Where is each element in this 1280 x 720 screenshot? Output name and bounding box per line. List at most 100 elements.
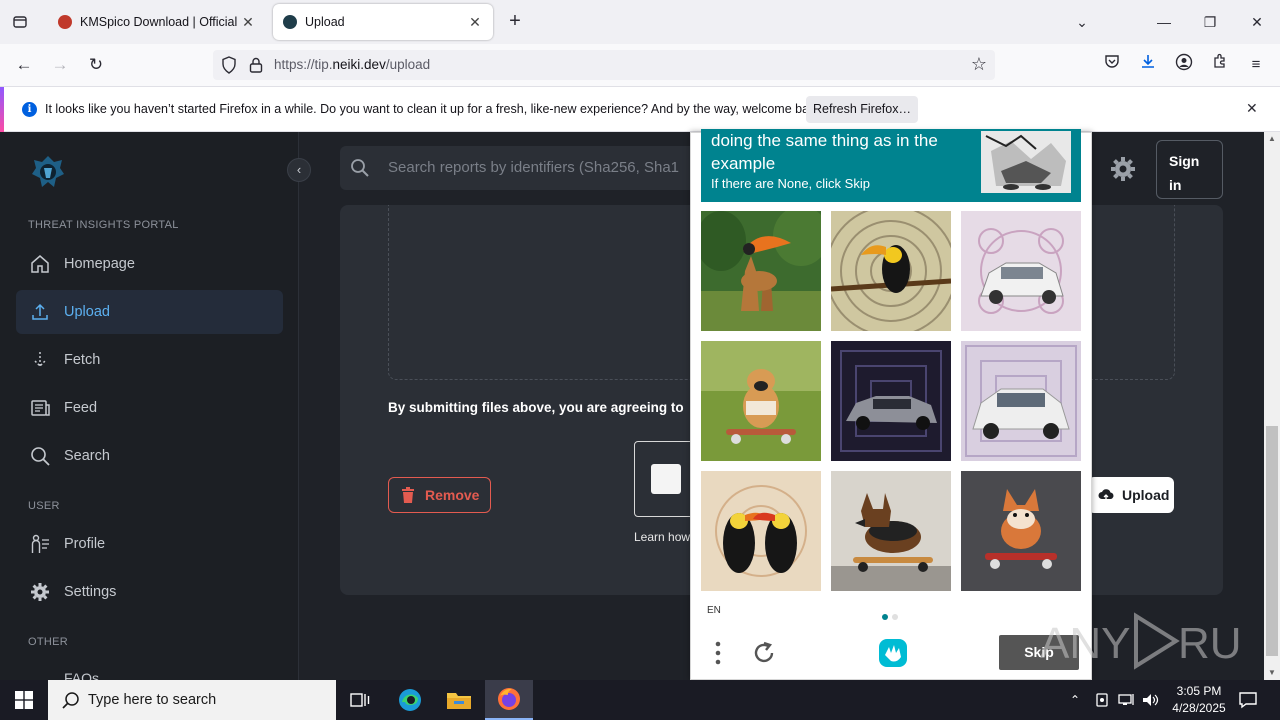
notification-accent xyxy=(0,87,4,133)
challenge-image-shiba-skateboard[interactable] xyxy=(961,471,1081,591)
captcha-checkbox[interactable] xyxy=(651,464,681,494)
hcaptcha-logo-icon xyxy=(879,639,907,667)
svg-text:ANY: ANY xyxy=(1040,619,1130,668)
lock-icon[interactable] xyxy=(249,56,263,74)
taskbar-search-box[interactable]: Type here to search xyxy=(48,680,336,720)
upload-icon xyxy=(28,300,52,324)
challenge-image-shepherd-skateboard[interactable] xyxy=(831,471,951,591)
info-icon: i xyxy=(22,102,37,117)
upload-button[interactable]: Upload xyxy=(1088,477,1174,513)
tray-device-icon[interactable] xyxy=(1094,680,1110,720)
search-placeholder: Search reports by identifiers (Sha256, S… xyxy=(388,159,679,176)
task-view-icon[interactable] xyxy=(336,680,384,720)
new-tab-button[interactable]: + xyxy=(503,10,527,34)
scrollbar-thumb[interactable] xyxy=(1266,426,1278,656)
challenge-image-toucan-pattern[interactable] xyxy=(831,211,951,331)
search-icon xyxy=(351,159,369,177)
sign-in-button[interactable]: Sign in xyxy=(1156,140,1223,199)
sidebar-item-label: Fetch xyxy=(64,352,101,368)
tracking-shield-icon[interactable] xyxy=(221,56,237,74)
extensions-icon[interactable] xyxy=(1208,53,1232,77)
refresh-firefox-button[interactable]: Refresh Firefox… xyxy=(806,96,918,123)
learn-how-link[interactable]: Learn how xyxy=(634,530,690,544)
page-scrollbar[interactable]: ▲ ▼ xyxy=(1264,132,1280,680)
bookmark-star-icon[interactable]: ☆ xyxy=(969,54,989,76)
app-menu-icon[interactable]: ≡ xyxy=(1244,53,1268,77)
page-dot-active xyxy=(882,614,888,620)
sidebar-item-homepage[interactable]: Homepage xyxy=(16,242,283,286)
challenge-image-dog-skateboard[interactable] xyxy=(701,341,821,461)
url-bar[interactable]: https://tip.neiki.dev/upload ☆ xyxy=(213,50,995,80)
fetch-icon xyxy=(28,348,52,372)
terms-text: By submitting files above, you are agree… xyxy=(388,400,684,415)
feed-icon xyxy=(28,396,52,420)
sidebar-item-settings[interactable]: Settings xyxy=(16,570,283,614)
action-center-icon[interactable] xyxy=(1238,690,1258,710)
refresh-challenge-icon[interactable] xyxy=(750,639,778,667)
section-label-other: OTHER xyxy=(28,636,68,648)
search-icon xyxy=(28,444,52,468)
sidebar-item-profile[interactable]: Profile xyxy=(16,522,283,566)
challenge-image-toucans-pair[interactable] xyxy=(701,471,821,591)
navigation-bar: ← → ↻ https://tip.neiki.dev/upload ☆ ≡ xyxy=(0,44,1280,86)
sidebar-item-label: Upload xyxy=(64,304,110,320)
sidebar-item-faqs[interactable]: FAQs xyxy=(30,664,290,680)
search-icon xyxy=(62,692,79,709)
sidebar-item-fetch[interactable]: Fetch xyxy=(16,338,283,382)
cloud-upload-icon xyxy=(1098,489,1114,500)
section-label-user: USER xyxy=(28,500,60,512)
account-icon[interactable] xyxy=(1172,53,1196,77)
windows-logo-icon xyxy=(15,691,33,709)
sidebar-item-search[interactable]: Search xyxy=(16,434,283,478)
tab-upload[interactable]: Upload ✕ xyxy=(273,4,493,40)
sidebar-item-upload[interactable]: Upload xyxy=(16,290,283,334)
list-tabs-icon[interactable]: ⌄ xyxy=(1070,10,1094,34)
trash-icon xyxy=(402,487,414,503)
reload-button[interactable]: ↻ xyxy=(84,53,108,77)
challenge-image-car-dark[interactable] xyxy=(831,341,951,461)
close-window-button[interactable]: ✕ xyxy=(1245,10,1269,34)
restore-button[interactable]: ❐ xyxy=(1198,10,1222,34)
forward-button[interactable]: → xyxy=(48,53,72,77)
remove-button[interactable]: Remove xyxy=(388,477,491,513)
challenge-image-car-white[interactable] xyxy=(961,341,1081,461)
sidebar-item-label: Homepage xyxy=(64,256,135,272)
downloads-icon[interactable] xyxy=(1136,53,1160,77)
tab-close-icon[interactable]: ✕ xyxy=(467,14,483,31)
back-button[interactable]: ← xyxy=(12,53,36,77)
settings-gear-icon[interactable] xyxy=(1108,154,1138,184)
edge-browser-icon[interactable] xyxy=(386,680,434,720)
notification-close-icon[interactable]: ✕ xyxy=(1246,100,1258,117)
file-explorer-icon[interactable] xyxy=(435,680,483,720)
firefox-notification-bar: i It looks like you haven’t started Fire… xyxy=(0,86,1280,133)
sidebar-collapse-button[interactable]: ‹ xyxy=(287,158,311,182)
volume-icon[interactable] xyxy=(1142,680,1160,720)
tab-close-icon[interactable]: ✕ xyxy=(240,14,256,31)
scroll-up-arrow-icon[interactable]: ▲ xyxy=(1264,132,1280,146)
taskbar-clock[interactable]: 3:05 PM 4/28/2025 xyxy=(1160,683,1238,717)
pocket-icon[interactable] xyxy=(1100,53,1124,77)
challenge-prompt: doing the same thing as in the example xyxy=(711,131,938,173)
tab-kmspico[interactable]: KMSpico Download | Official K ✕ xyxy=(48,4,266,40)
more-options-icon[interactable] xyxy=(709,639,727,667)
network-icon[interactable] xyxy=(1118,680,1136,720)
start-button[interactable] xyxy=(0,680,48,720)
url-text[interactable]: https://tip.neiki.dev/upload xyxy=(274,57,430,72)
language-selector[interactable]: EN xyxy=(707,605,721,616)
firefox-taskbar-icon[interactable] xyxy=(485,680,533,720)
tab-overview-icon[interactable] xyxy=(8,10,32,34)
challenge-footer: Skip xyxy=(691,629,1091,681)
show-hidden-icons[interactable]: ⌃ xyxy=(1070,680,1080,720)
clock-date: 4/28/2025 xyxy=(1172,701,1226,715)
home-icon xyxy=(28,252,52,276)
section-label-portal: THREAT INSIGHTS PORTAL xyxy=(28,219,179,231)
challenge-image-giraffe-toucan[interactable] xyxy=(701,211,821,331)
minimize-button[interactable]: — xyxy=(1152,10,1176,34)
report-search-bar[interactable]: Search reports by identifiers (Sha256, S… xyxy=(340,146,740,190)
challenge-image-car-pattern[interactable] xyxy=(961,211,1081,331)
svg-text:RUN: RUN xyxy=(1178,619,1240,668)
sidebar-item-feed[interactable]: Feed xyxy=(16,386,283,430)
page-indicator xyxy=(882,607,902,625)
scroll-down-arrow-icon[interactable]: ▼ xyxy=(1264,666,1280,680)
challenge-subtext: If there are None, click Skip xyxy=(711,176,870,191)
